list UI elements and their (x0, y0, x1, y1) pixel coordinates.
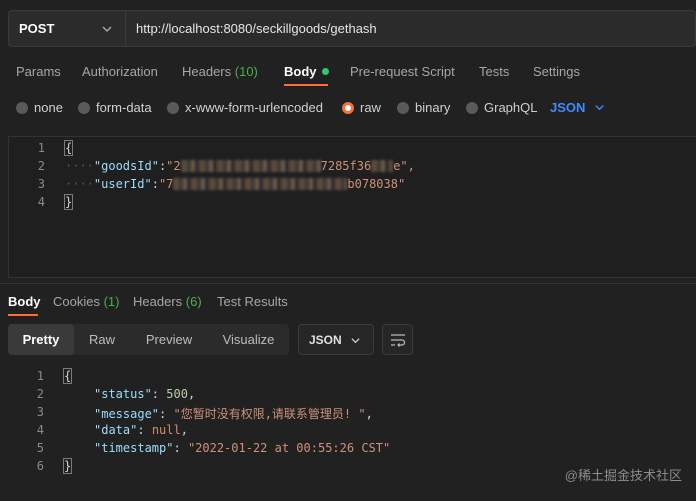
watermark: @稀土掘金技术社区 (564, 468, 682, 483)
radio-circle (167, 101, 179, 114)
request-body-editor[interactable]: 1 2 3 4 { ····"goodsId":"2 7285f36 e", ···… (8, 136, 696, 278)
line-number: 1 (37, 141, 45, 155)
redacted-value (371, 160, 394, 172)
response-headers-count: (6) (185, 294, 202, 309)
tab-tests[interactable]: Tests (479, 64, 509, 79)
line-number: 1 (36, 369, 44, 383)
response-line-timestamp: "timestamp": "2022-01-22 at 00:55:26 CST… (94, 441, 391, 455)
radio-circle (397, 101, 409, 114)
radio-graphql[interactable]: GraphQL (466, 100, 537, 115)
response-format-label: JSON (309, 332, 342, 347)
line-number: 2 (37, 159, 45, 173)
radio-raw[interactable]: raw (342, 100, 381, 115)
view-mode-group: Pretty Raw Preview Visualize (8, 324, 289, 355)
indent-guide: ···· (65, 159, 94, 173)
tab-authorization[interactable]: Authorization (82, 64, 158, 79)
active-response-tab-underline (8, 314, 38, 316)
body-format-select[interactable]: JSON (550, 100, 605, 115)
wrap-lines-icon (390, 333, 405, 347)
tab-body[interactable]: Body (284, 64, 329, 79)
radio-x-www-form-urlencoded[interactable]: x-www-form-urlencoded (167, 100, 323, 115)
line-number: 2 (36, 387, 44, 401)
view-visualize-button[interactable]: Visualize (208, 324, 289, 355)
radio-circle (78, 101, 90, 114)
headers-count: (10) (234, 64, 258, 79)
wrap-lines-button[interactable] (382, 324, 413, 355)
tab-settings[interactable]: Settings (533, 64, 580, 79)
line-number: 6 (36, 459, 44, 473)
line-number: 3 (36, 405, 44, 419)
response-divider (0, 283, 696, 284)
radio-circle (466, 101, 478, 114)
view-pretty-button[interactable]: Pretty (8, 324, 74, 355)
chevron-down-icon (351, 338, 360, 344)
response-tab-body[interactable]: Body (8, 294, 41, 309)
cookies-count: (1) (103, 294, 120, 309)
radio-circle (16, 101, 28, 114)
code-line-goods: ····"goodsId":"2 7285f36 e", (65, 159, 415, 173)
response-line-message: "message": "您暂时没有权限,请联系管理员! ", (94, 407, 373, 421)
chevron-down-icon (595, 105, 605, 111)
close-brace: } (63, 194, 74, 210)
tab-headers[interactable]: Headers (10) (182, 64, 258, 79)
response-tab-headers[interactable]: Headers (6) (133, 294, 202, 309)
response-line-data: "data": null, (94, 423, 188, 437)
request-bar: POST (8, 10, 696, 47)
redacted-value (180, 160, 321, 172)
active-tab-underline (284, 84, 328, 86)
chevron-down-icon (102, 26, 112, 32)
open-brace: { (62, 368, 73, 384)
tab-params[interactable]: Params (16, 64, 61, 79)
response-tab-test-results[interactable]: Test Results (217, 294, 288, 309)
line-number: 4 (36, 423, 44, 437)
response-format-select[interactable]: JSON (298, 324, 374, 355)
close-brace: } (62, 458, 73, 474)
response-tab-cookies[interactable]: Cookies (1) (53, 294, 119, 309)
view-preview-button[interactable]: Preview (130, 324, 208, 355)
open-brace: { (63, 140, 74, 156)
response-line-status: "status": 500, (94, 387, 196, 401)
radio-binary[interactable]: binary (397, 100, 450, 115)
body-active-dot (321, 68, 329, 75)
radio-form-data[interactable]: form-data (78, 100, 152, 115)
tab-pre-request-script[interactable]: Pre-request Script (350, 64, 455, 79)
view-raw-button[interactable]: Raw (74, 324, 130, 355)
radio-none[interactable]: none (16, 100, 63, 115)
code-line-user: ····"userId":"7 b078038" (65, 177, 406, 191)
radio-circle-checked (342, 101, 354, 114)
indent-guide: ···· (65, 177, 94, 191)
method-label: POST (19, 21, 55, 36)
line-number: 5 (36, 441, 44, 455)
url-input[interactable] (126, 11, 695, 46)
redacted-value (173, 178, 348, 190)
method-select[interactable]: POST (9, 11, 126, 46)
line-number: 3 (37, 177, 45, 191)
line-number: 4 (37, 195, 45, 209)
